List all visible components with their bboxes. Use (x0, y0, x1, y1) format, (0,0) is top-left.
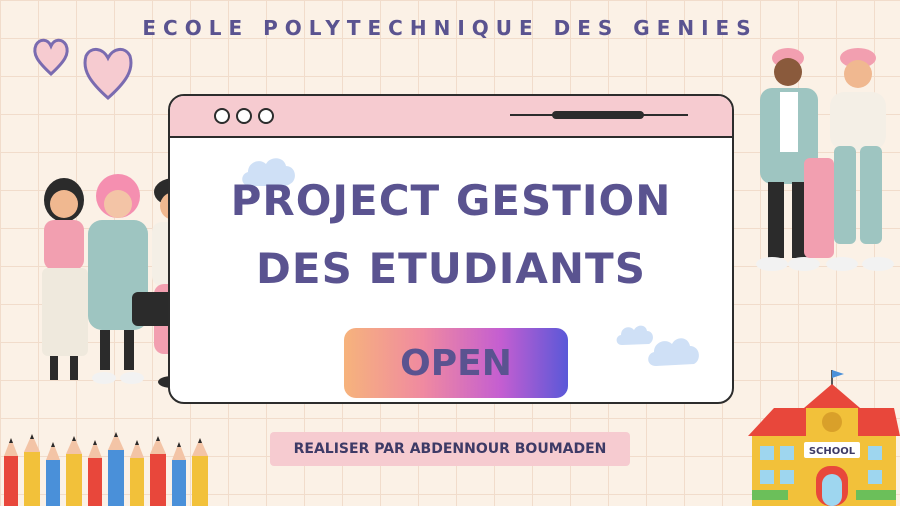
students-pair-illustration (756, 48, 894, 271)
school-name: ECOLE POLYTECHNIQUE DES GENIES (142, 16, 758, 40)
project-title-line1: PROJECT GESTION (230, 176, 672, 225)
window-titlebar (170, 96, 732, 138)
window-control-dot[interactable] (214, 108, 230, 124)
pencil-icon (4, 432, 208, 506)
heart-icon (83, 48, 133, 101)
app-window: PROJECT GESTION DES ETUDIANTS OPEN (168, 94, 734, 404)
school-building-icon: SCHOOL (748, 370, 900, 506)
heart-icon (33, 38, 69, 77)
window-control-dot[interactable] (258, 108, 274, 124)
open-button[interactable]: OPEN (344, 328, 568, 398)
titlebar-pill (552, 111, 644, 119)
author-credit: REALISER PAR ABDENNOUR BOUMADEN (270, 432, 630, 466)
project-title-line2: DES ETUDIANTS (256, 244, 646, 293)
window-control-dot[interactable] (236, 108, 252, 124)
school-sign-text: SCHOOL (809, 446, 856, 457)
cloud-icon (648, 338, 699, 366)
